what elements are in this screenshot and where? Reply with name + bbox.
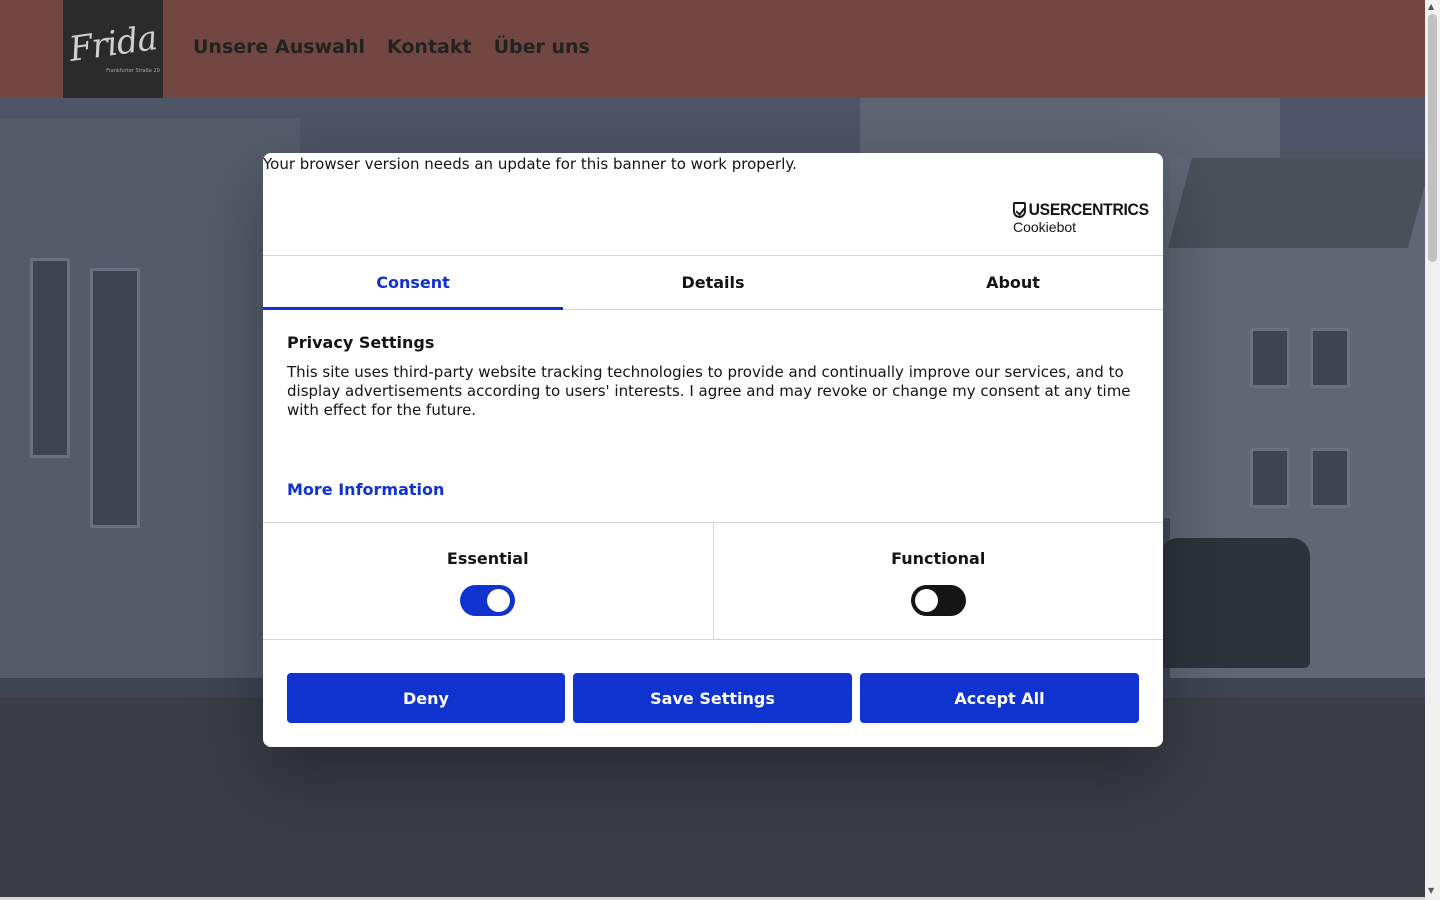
page-scrollbar[interactable]: ▲ ▼ — [1425, 0, 1440, 900]
nav-link-unsere-auswahl[interactable]: Unsere Auswahl — [193, 36, 365, 58]
window — [90, 268, 140, 528]
deny-button[interactable]: Deny — [287, 673, 565, 723]
functional-toggle-switch[interactable] — [910, 585, 966, 616]
parked-car — [1160, 538, 1310, 668]
tab-details[interactable]: Details — [563, 256, 863, 309]
browser-update-notice: Your browser version needs an update for… — [263, 155, 797, 173]
window — [30, 258, 70, 458]
window — [1310, 448, 1350, 508]
toggle-cell-essential: Essential — [263, 523, 713, 639]
scroll-down-arrow-icon[interactable]: ▼ — [1428, 886, 1434, 895]
toggle-knob — [487, 589, 511, 612]
cookie-consent-dialog: Your browser version needs an update for… — [263, 153, 1163, 747]
site-header: Frida Frankfurter Straße 20 Unsere Auswa… — [0, 0, 1425, 98]
tab-consent[interactable]: Consent — [263, 256, 563, 310]
consent-body: Privacy Settings This site uses third-pa… — [287, 333, 1139, 420]
logo-wordmark: Frida — [66, 18, 160, 70]
essential-toggle-switch[interactable] — [460, 585, 516, 616]
nav-link-kontakt[interactable]: Kontakt — [387, 36, 472, 58]
logo-brand-name: USERCENTRICS — [1028, 200, 1149, 219]
window — [1310, 328, 1350, 388]
privacy-settings-text: This site uses third-party website track… — [287, 363, 1131, 419]
usercentrics-cookiebot-logo: USERCENTRICS Cookiebot — [1013, 200, 1161, 235]
window — [1250, 328, 1290, 388]
main-nav: Unsere Auswahl Kontakt Über uns — [193, 36, 590, 58]
scroll-thumb[interactable] — [1428, 14, 1437, 262]
consent-tabs: Consent Details About — [263, 255, 1163, 310]
save-settings-button[interactable]: Save Settings — [573, 673, 852, 723]
toggle-cell-functional: Functional — [712, 523, 1164, 639]
building-roof — [1167, 158, 1425, 248]
toggle-knob — [914, 589, 938, 612]
consent-category-toggles: Essential Functional — [263, 522, 1163, 640]
accept-all-button[interactable]: Accept All — [860, 673, 1139, 723]
toggle-label-essential: Essential — [446, 549, 529, 568]
site-logo[interactable]: Frida Frankfurter Straße 20 — [63, 0, 163, 98]
logo-address: Frankfurter Straße 20 — [106, 68, 160, 74]
privacy-settings-title: Privacy Settings — [287, 333, 435, 352]
shield-check-icon — [1013, 202, 1026, 218]
window — [1250, 448, 1290, 508]
toggle-label-functional: Functional — [891, 549, 986, 568]
consent-buttons: Deny Save Settings Accept All — [287, 673, 1139, 723]
logo-product-name: Cookiebot — [1013, 219, 1077, 235]
nav-link-ueber-uns[interactable]: Über uns — [494, 36, 590, 58]
more-information-link[interactable]: More Information — [287, 480, 444, 499]
scroll-up-arrow-icon[interactable]: ▲ — [1428, 2, 1434, 11]
tab-about[interactable]: About — [863, 256, 1163, 309]
